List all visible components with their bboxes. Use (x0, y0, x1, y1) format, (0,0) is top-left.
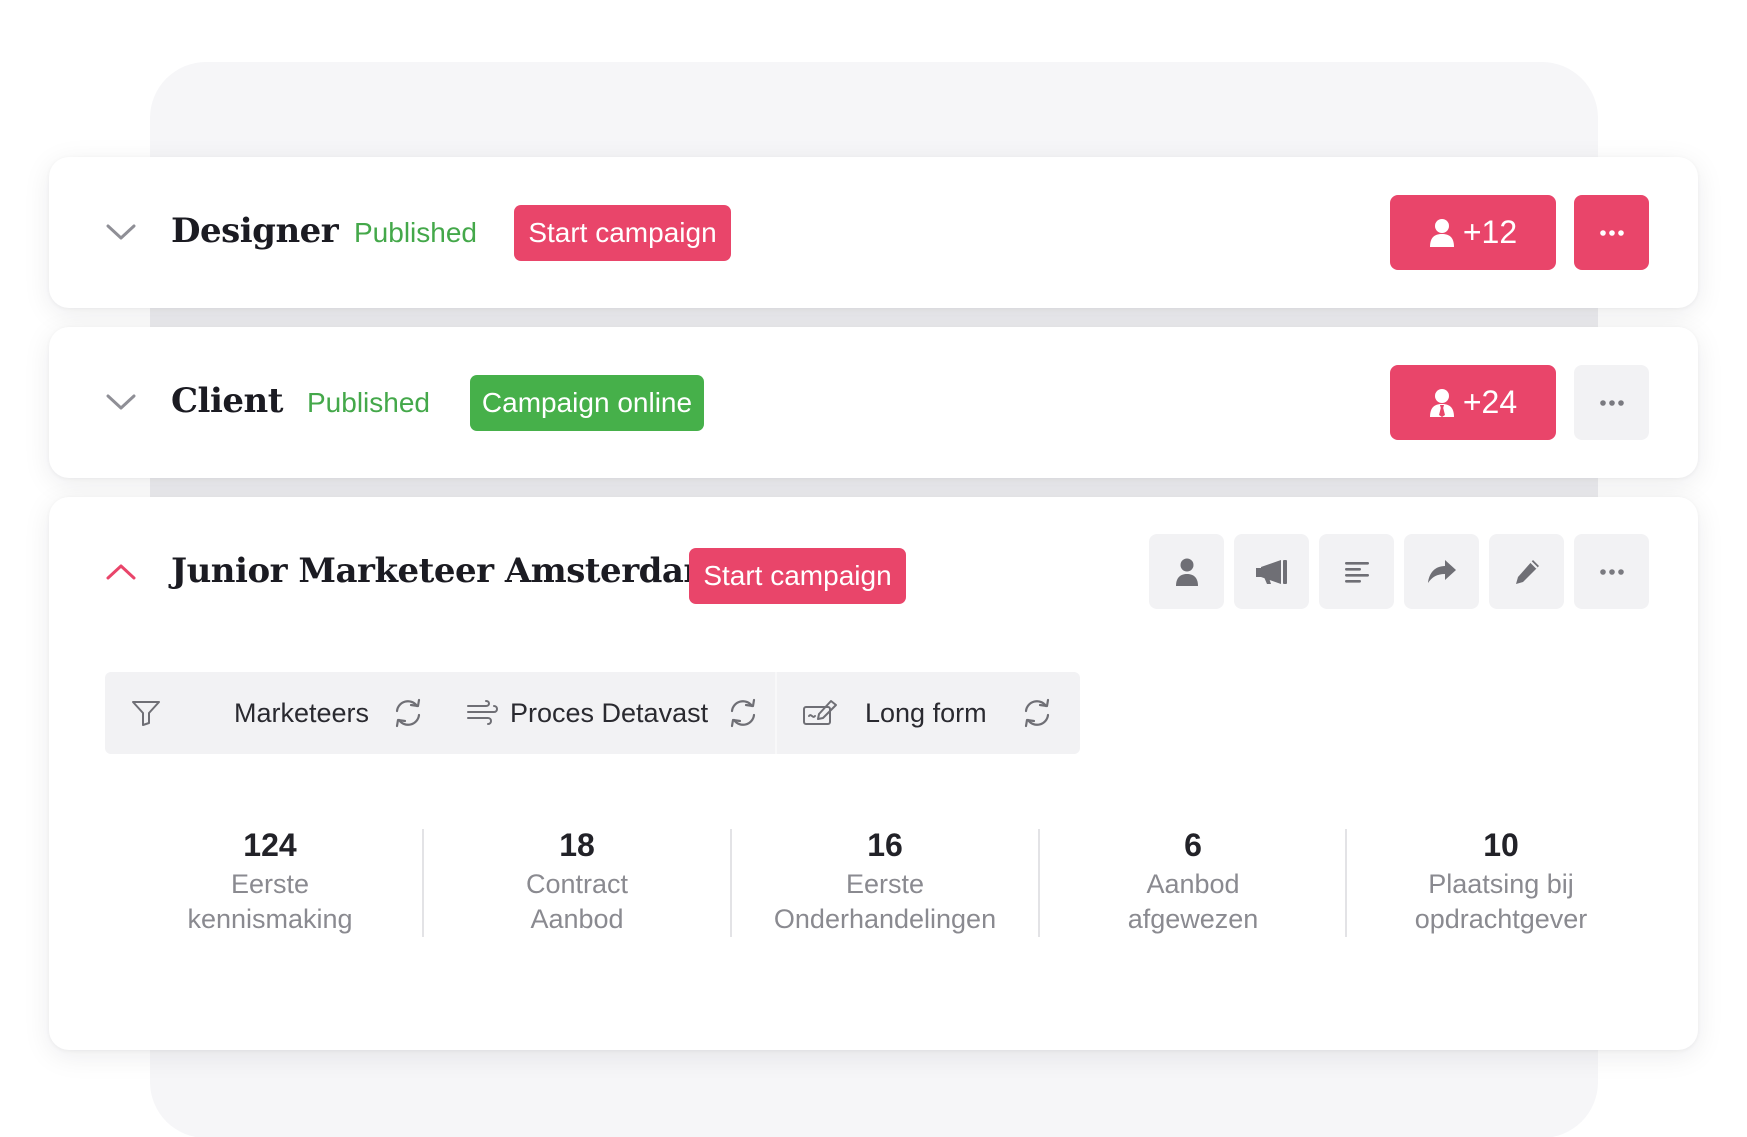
start-campaign-button[interactable]: Start campaign (514, 205, 731, 261)
stat-divider (422, 829, 424, 937)
stat-value: 6 (1184, 827, 1202, 863)
stat-divider (730, 829, 732, 937)
stat-value: 16 (867, 827, 903, 863)
vacancy-card-designer: Designer Published Start campaign +12 (49, 157, 1698, 308)
stat-label: Eerste kennismaking (187, 869, 353, 934)
stat-eerste-kennismaking[interactable]: 124 Eerste kennismaking (120, 827, 420, 937)
stat-label: Plaatsing bij opdrachtgever (1414, 869, 1588, 934)
stat-contract-aanbod[interactable]: 18 Contract Aanbod (427, 827, 727, 937)
expand-chevron-down-icon[interactable] (105, 222, 137, 242)
status-badge: Published (354, 217, 477, 248)
campaign-toolbar-button[interactable] (1234, 534, 1309, 609)
stat-eerste-onderhandelingen[interactable]: 16 Eerste Onderhandelingen (735, 827, 1035, 937)
megaphone-icon (1255, 559, 1289, 585)
filter-text: Marketeers (234, 697, 370, 728)
stat-value: 10 (1483, 827, 1519, 863)
vacancy-card-client: Client Published Campaign online +24 (49, 327, 1698, 478)
stat-divider (1345, 829, 1347, 937)
start-campaign-button[interactable]: Start campaign (689, 548, 906, 604)
stat-label: Contract Aanbod (525, 869, 629, 934)
person-tie-icon (1429, 388, 1455, 418)
stat-plaatsing-bij-opdrachtgever[interactable]: 10 Plaatsing bij opdrachtgever (1351, 827, 1651, 937)
stat-label: Aanbod afgewezen (1127, 869, 1259, 934)
vacancy-title[interactable]: Designer (171, 211, 339, 251)
pipeline-stats: 124 Eerste kennismaking 18 Contract Aanbod… (49, 827, 1698, 967)
wind-icon (466, 672, 498, 754)
candidates-count: +24 (1462, 384, 1518, 420)
pencil-icon (1513, 558, 1541, 586)
more-options-button[interactable] (1574, 365, 1649, 440)
more-horizontal-icon (1599, 399, 1624, 406)
filter-icon[interactable] (131, 672, 161, 754)
person-icon (1174, 557, 1200, 587)
candidates-button[interactable]: +24 (1390, 365, 1556, 440)
vacancy-title[interactable]: Junior Marketeer Amsterdam (171, 551, 719, 591)
stat-value: 18 (559, 827, 595, 863)
stat-label: Eerste Onderhandelingen (773, 869, 997, 934)
filter-label-long-form[interactable]: Long form (865, 672, 987, 754)
candidates-toolbar-button[interactable] (1149, 534, 1224, 609)
person-icon (1429, 218, 1455, 248)
more-options-button[interactable] (1574, 534, 1649, 609)
refresh-icon[interactable] (1022, 672, 1052, 754)
filter-text: Proces Detavast (510, 697, 709, 728)
share-arrow-icon (1427, 559, 1457, 585)
text-align-icon (1344, 560, 1370, 584)
more-horizontal-icon (1599, 568, 1624, 575)
stat-aanbod-afgewezen[interactable]: 6 Aanbod afgewezen (1043, 827, 1343, 937)
form-edit-icon (803, 672, 839, 754)
filter-label-proces-detavast[interactable]: Proces Detavast (510, 672, 708, 754)
filter-label-marketeers[interactable]: Marketeers (234, 672, 369, 754)
candidates-count: +12 (1462, 214, 1518, 250)
campaign-online-button[interactable]: Campaign online (470, 375, 704, 431)
refresh-icon[interactable] (728, 672, 758, 754)
filter-bar: Marketeers Proces Detavast Long form (105, 672, 1080, 754)
description-toolbar-button[interactable] (1319, 534, 1394, 609)
filter-divider (775, 672, 777, 754)
edit-toolbar-button[interactable] (1489, 534, 1564, 609)
share-toolbar-button[interactable] (1404, 534, 1479, 609)
status-badge: Published (307, 387, 430, 418)
collapse-chevron-up-icon[interactable] (105, 562, 137, 582)
stat-divider (1038, 829, 1040, 937)
candidates-button[interactable]: +12 (1390, 195, 1556, 270)
vacancy-card-junior-marketeer: Junior Marketeer Amsterdam Start campaig… (49, 497, 1698, 1050)
filter-text: Long form (865, 697, 987, 728)
more-options-button[interactable] (1574, 195, 1649, 270)
more-horizontal-icon (1599, 229, 1624, 236)
expand-chevron-down-icon[interactable] (105, 392, 137, 412)
refresh-icon[interactable] (393, 672, 423, 754)
stat-value: 124 (243, 827, 297, 863)
vacancy-title[interactable]: Client (171, 381, 283, 421)
